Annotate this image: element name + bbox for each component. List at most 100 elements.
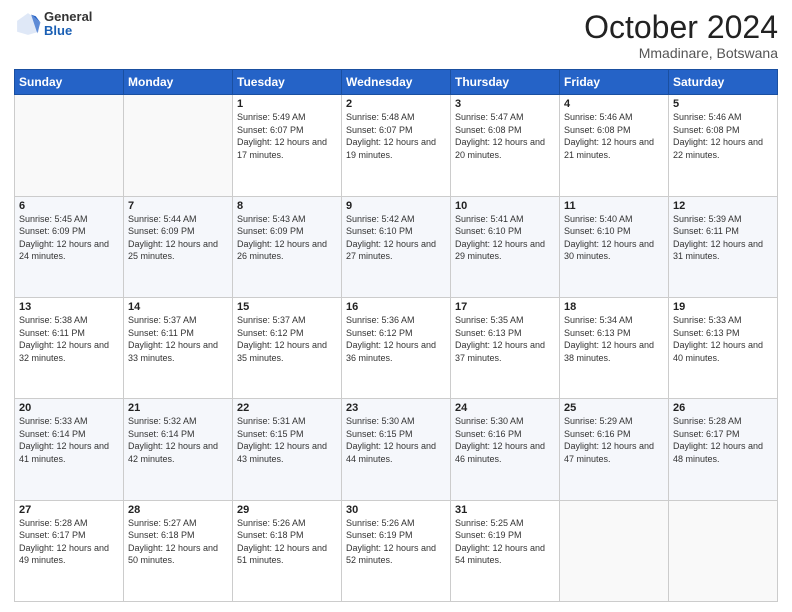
col-monday: Monday <box>124 70 233 95</box>
calendar: Sunday Monday Tuesday Wednesday Thursday… <box>14 69 778 602</box>
cell-info: Sunrise: 5:43 AMSunset: 6:09 PMDaylight:… <box>237 213 337 263</box>
day-number: 6 <box>19 200 119 212</box>
day-number: 16 <box>346 301 446 313</box>
table-row: 21Sunrise: 5:32 AMSunset: 6:14 PMDayligh… <box>124 399 233 500</box>
calendar-week-2: 6Sunrise: 5:45 AMSunset: 6:09 PMDaylight… <box>15 196 778 297</box>
day-number: 3 <box>455 98 555 110</box>
day-number: 5 <box>673 98 773 110</box>
table-row: 11Sunrise: 5:40 AMSunset: 6:10 PMDayligh… <box>560 196 669 297</box>
table-row: 31Sunrise: 5:25 AMSunset: 6:19 PMDayligh… <box>451 500 560 601</box>
calendar-week-3: 13Sunrise: 5:38 AMSunset: 6:11 PMDayligh… <box>15 297 778 398</box>
day-number: 4 <box>564 98 664 110</box>
table-row: 6Sunrise: 5:45 AMSunset: 6:09 PMDaylight… <box>15 196 124 297</box>
cell-info: Sunrise: 5:45 AMSunset: 6:09 PMDaylight:… <box>19 213 119 263</box>
table-row: 12Sunrise: 5:39 AMSunset: 6:11 PMDayligh… <box>669 196 778 297</box>
day-number: 13 <box>19 301 119 313</box>
cell-info: Sunrise: 5:27 AMSunset: 6:18 PMDaylight:… <box>128 517 228 567</box>
table-row: 10Sunrise: 5:41 AMSunset: 6:10 PMDayligh… <box>451 196 560 297</box>
table-row: 28Sunrise: 5:27 AMSunset: 6:18 PMDayligh… <box>124 500 233 601</box>
col-saturday: Saturday <box>669 70 778 95</box>
cell-info: Sunrise: 5:47 AMSunset: 6:08 PMDaylight:… <box>455 111 555 161</box>
cell-info: Sunrise: 5:41 AMSunset: 6:10 PMDaylight:… <box>455 213 555 263</box>
day-number: 2 <box>346 98 446 110</box>
table-row: 22Sunrise: 5:31 AMSunset: 6:15 PMDayligh… <box>233 399 342 500</box>
logo-text: General Blue <box>44 10 92 39</box>
table-row: 13Sunrise: 5:38 AMSunset: 6:11 PMDayligh… <box>15 297 124 398</box>
table-row: 19Sunrise: 5:33 AMSunset: 6:13 PMDayligh… <box>669 297 778 398</box>
month-year: October 2024 <box>584 10 778 45</box>
day-number: 1 <box>237 98 337 110</box>
table-row: 25Sunrise: 5:29 AMSunset: 6:16 PMDayligh… <box>560 399 669 500</box>
cell-info: Sunrise: 5:44 AMSunset: 6:09 PMDaylight:… <box>128 213 228 263</box>
table-row: 16Sunrise: 5:36 AMSunset: 6:12 PMDayligh… <box>342 297 451 398</box>
day-number: 19 <box>673 301 773 313</box>
calendar-header-row: Sunday Monday Tuesday Wednesday Thursday… <box>15 70 778 95</box>
table-row <box>124 95 233 196</box>
table-row: 18Sunrise: 5:34 AMSunset: 6:13 PMDayligh… <box>560 297 669 398</box>
logo: General Blue <box>14 10 92 39</box>
cell-info: Sunrise: 5:46 AMSunset: 6:08 PMDaylight:… <box>673 111 773 161</box>
cell-info: Sunrise: 5:46 AMSunset: 6:08 PMDaylight:… <box>564 111 664 161</box>
col-wednesday: Wednesday <box>342 70 451 95</box>
table-row: 29Sunrise: 5:26 AMSunset: 6:18 PMDayligh… <box>233 500 342 601</box>
cell-info: Sunrise: 5:31 AMSunset: 6:15 PMDaylight:… <box>237 415 337 465</box>
cell-info: Sunrise: 5:33 AMSunset: 6:14 PMDaylight:… <box>19 415 119 465</box>
cell-info: Sunrise: 5:28 AMSunset: 6:17 PMDaylight:… <box>673 415 773 465</box>
day-number: 22 <box>237 402 337 414</box>
cell-info: Sunrise: 5:30 AMSunset: 6:15 PMDaylight:… <box>346 415 446 465</box>
cell-info: Sunrise: 5:35 AMSunset: 6:13 PMDaylight:… <box>455 314 555 364</box>
calendar-week-5: 27Sunrise: 5:28 AMSunset: 6:17 PMDayligh… <box>15 500 778 601</box>
table-row: 3Sunrise: 5:47 AMSunset: 6:08 PMDaylight… <box>451 95 560 196</box>
col-tuesday: Tuesday <box>233 70 342 95</box>
cell-info: Sunrise: 5:48 AMSunset: 6:07 PMDaylight:… <box>346 111 446 161</box>
day-number: 15 <box>237 301 337 313</box>
table-row: 8Sunrise: 5:43 AMSunset: 6:09 PMDaylight… <box>233 196 342 297</box>
day-number: 28 <box>128 504 228 516</box>
day-number: 11 <box>564 200 664 212</box>
day-number: 9 <box>346 200 446 212</box>
day-number: 23 <box>346 402 446 414</box>
day-number: 25 <box>564 402 664 414</box>
logo-icon <box>14 10 42 38</box>
cell-info: Sunrise: 5:32 AMSunset: 6:14 PMDaylight:… <box>128 415 228 465</box>
table-row <box>15 95 124 196</box>
cell-info: Sunrise: 5:38 AMSunset: 6:11 PMDaylight:… <box>19 314 119 364</box>
cell-info: Sunrise: 5:26 AMSunset: 6:18 PMDaylight:… <box>237 517 337 567</box>
cell-info: Sunrise: 5:37 AMSunset: 6:12 PMDaylight:… <box>237 314 337 364</box>
logo-general: General <box>44 10 92 24</box>
table-row: 4Sunrise: 5:46 AMSunset: 6:08 PMDaylight… <box>560 95 669 196</box>
logo-blue: Blue <box>44 24 92 38</box>
table-row: 20Sunrise: 5:33 AMSunset: 6:14 PMDayligh… <box>15 399 124 500</box>
table-row <box>560 500 669 601</box>
day-number: 10 <box>455 200 555 212</box>
table-row: 17Sunrise: 5:35 AMSunset: 6:13 PMDayligh… <box>451 297 560 398</box>
day-number: 24 <box>455 402 555 414</box>
day-number: 8 <box>237 200 337 212</box>
day-number: 18 <box>564 301 664 313</box>
table-row: 15Sunrise: 5:37 AMSunset: 6:12 PMDayligh… <box>233 297 342 398</box>
col-thursday: Thursday <box>451 70 560 95</box>
header: General Blue October 2024 Mmadinare, Bot… <box>14 10 778 61</box>
day-number: 21 <box>128 402 228 414</box>
cell-info: Sunrise: 5:42 AMSunset: 6:10 PMDaylight:… <box>346 213 446 263</box>
day-number: 31 <box>455 504 555 516</box>
day-number: 17 <box>455 301 555 313</box>
day-number: 30 <box>346 504 446 516</box>
table-row: 23Sunrise: 5:30 AMSunset: 6:15 PMDayligh… <box>342 399 451 500</box>
title-block: October 2024 Mmadinare, Botswana <box>584 10 778 61</box>
cell-info: Sunrise: 5:39 AMSunset: 6:11 PMDaylight:… <box>673 213 773 263</box>
location: Mmadinare, Botswana <box>584 45 778 61</box>
day-number: 14 <box>128 301 228 313</box>
day-number: 26 <box>673 402 773 414</box>
table-row: 2Sunrise: 5:48 AMSunset: 6:07 PMDaylight… <box>342 95 451 196</box>
table-row: 14Sunrise: 5:37 AMSunset: 6:11 PMDayligh… <box>124 297 233 398</box>
calendar-week-1: 1Sunrise: 5:49 AMSunset: 6:07 PMDaylight… <box>15 95 778 196</box>
table-row: 5Sunrise: 5:46 AMSunset: 6:08 PMDaylight… <box>669 95 778 196</box>
table-row: 24Sunrise: 5:30 AMSunset: 6:16 PMDayligh… <box>451 399 560 500</box>
table-row: 1Sunrise: 5:49 AMSunset: 6:07 PMDaylight… <box>233 95 342 196</box>
table-row: 9Sunrise: 5:42 AMSunset: 6:10 PMDaylight… <box>342 196 451 297</box>
cell-info: Sunrise: 5:26 AMSunset: 6:19 PMDaylight:… <box>346 517 446 567</box>
cell-info: Sunrise: 5:25 AMSunset: 6:19 PMDaylight:… <box>455 517 555 567</box>
cell-info: Sunrise: 5:29 AMSunset: 6:16 PMDaylight:… <box>564 415 664 465</box>
day-number: 29 <box>237 504 337 516</box>
